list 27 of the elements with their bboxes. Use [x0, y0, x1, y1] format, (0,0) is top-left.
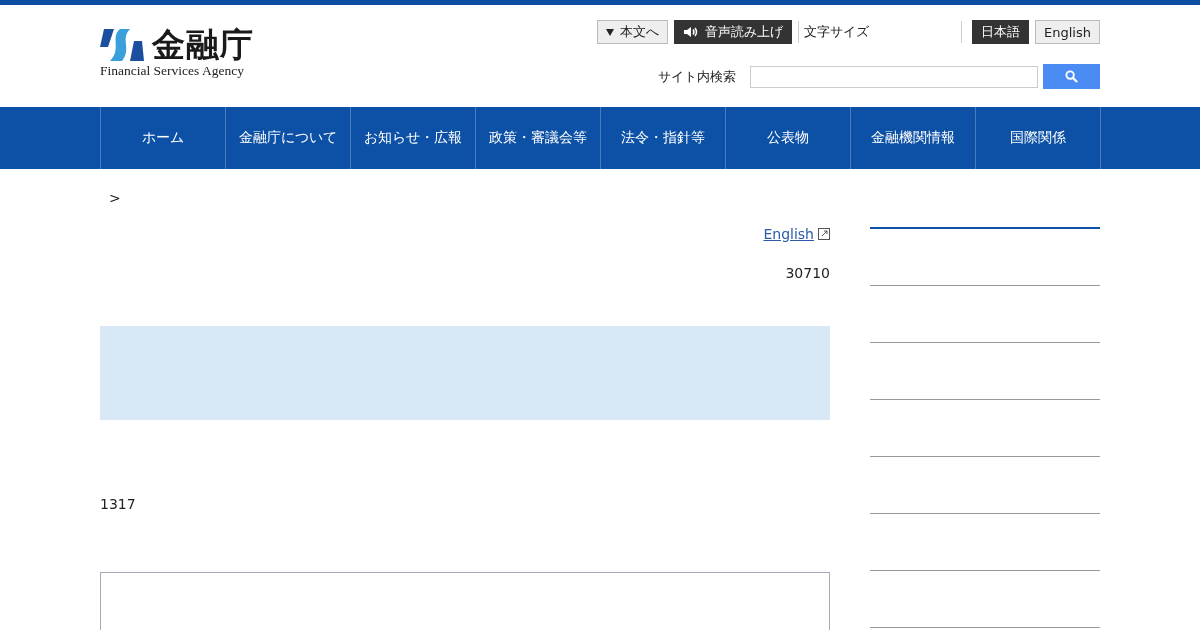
search-field[interactable] [750, 65, 1038, 88]
nav-item[interactable]: 国際関係 [975, 107, 1101, 169]
nav-item[interactable]: 金融庁について [225, 107, 351, 169]
speaker-icon [683, 26, 700, 38]
nav-item[interactable]: 政策・審議会等 [475, 107, 601, 169]
breadcrumb: > [109, 190, 121, 206]
speech-button[interactable]: 音声読み上げ [674, 20, 793, 44]
nav-item[interactable]: 法令・指針等 [600, 107, 726, 169]
nav-item[interactable]: ホーム [100, 107, 226, 169]
search-button[interactable] [1043, 64, 1100, 89]
language-button[interactable]: 日本語 [972, 20, 1030, 44]
triangle-down-icon [606, 28, 615, 36]
skip-to-content-button[interactable]: 本文へ [597, 20, 669, 44]
site-search-label: サイト内検索 [658, 67, 736, 86]
nav-item[interactable]: お知らせ・広報 [350, 107, 476, 169]
number-text: 30710 [785, 265, 830, 281]
english-link[interactable]: English [763, 226, 814, 242]
search-icon [1065, 70, 1078, 83]
language-button[interactable]: English [1035, 20, 1100, 44]
logo-icon [100, 27, 144, 63]
number-text: 1317 [100, 496, 136, 512]
external-link-icon [818, 228, 830, 240]
nav-item[interactable]: 金融機関情報 [850, 107, 976, 169]
nav-item[interactable]: 公表物 [725, 107, 851, 169]
font-size-label: 文字サイズ [798, 21, 963, 43]
logo-title: 金融庁 [152, 25, 254, 65]
logo-subtitle: Financial Services Agency [100, 63, 245, 79]
